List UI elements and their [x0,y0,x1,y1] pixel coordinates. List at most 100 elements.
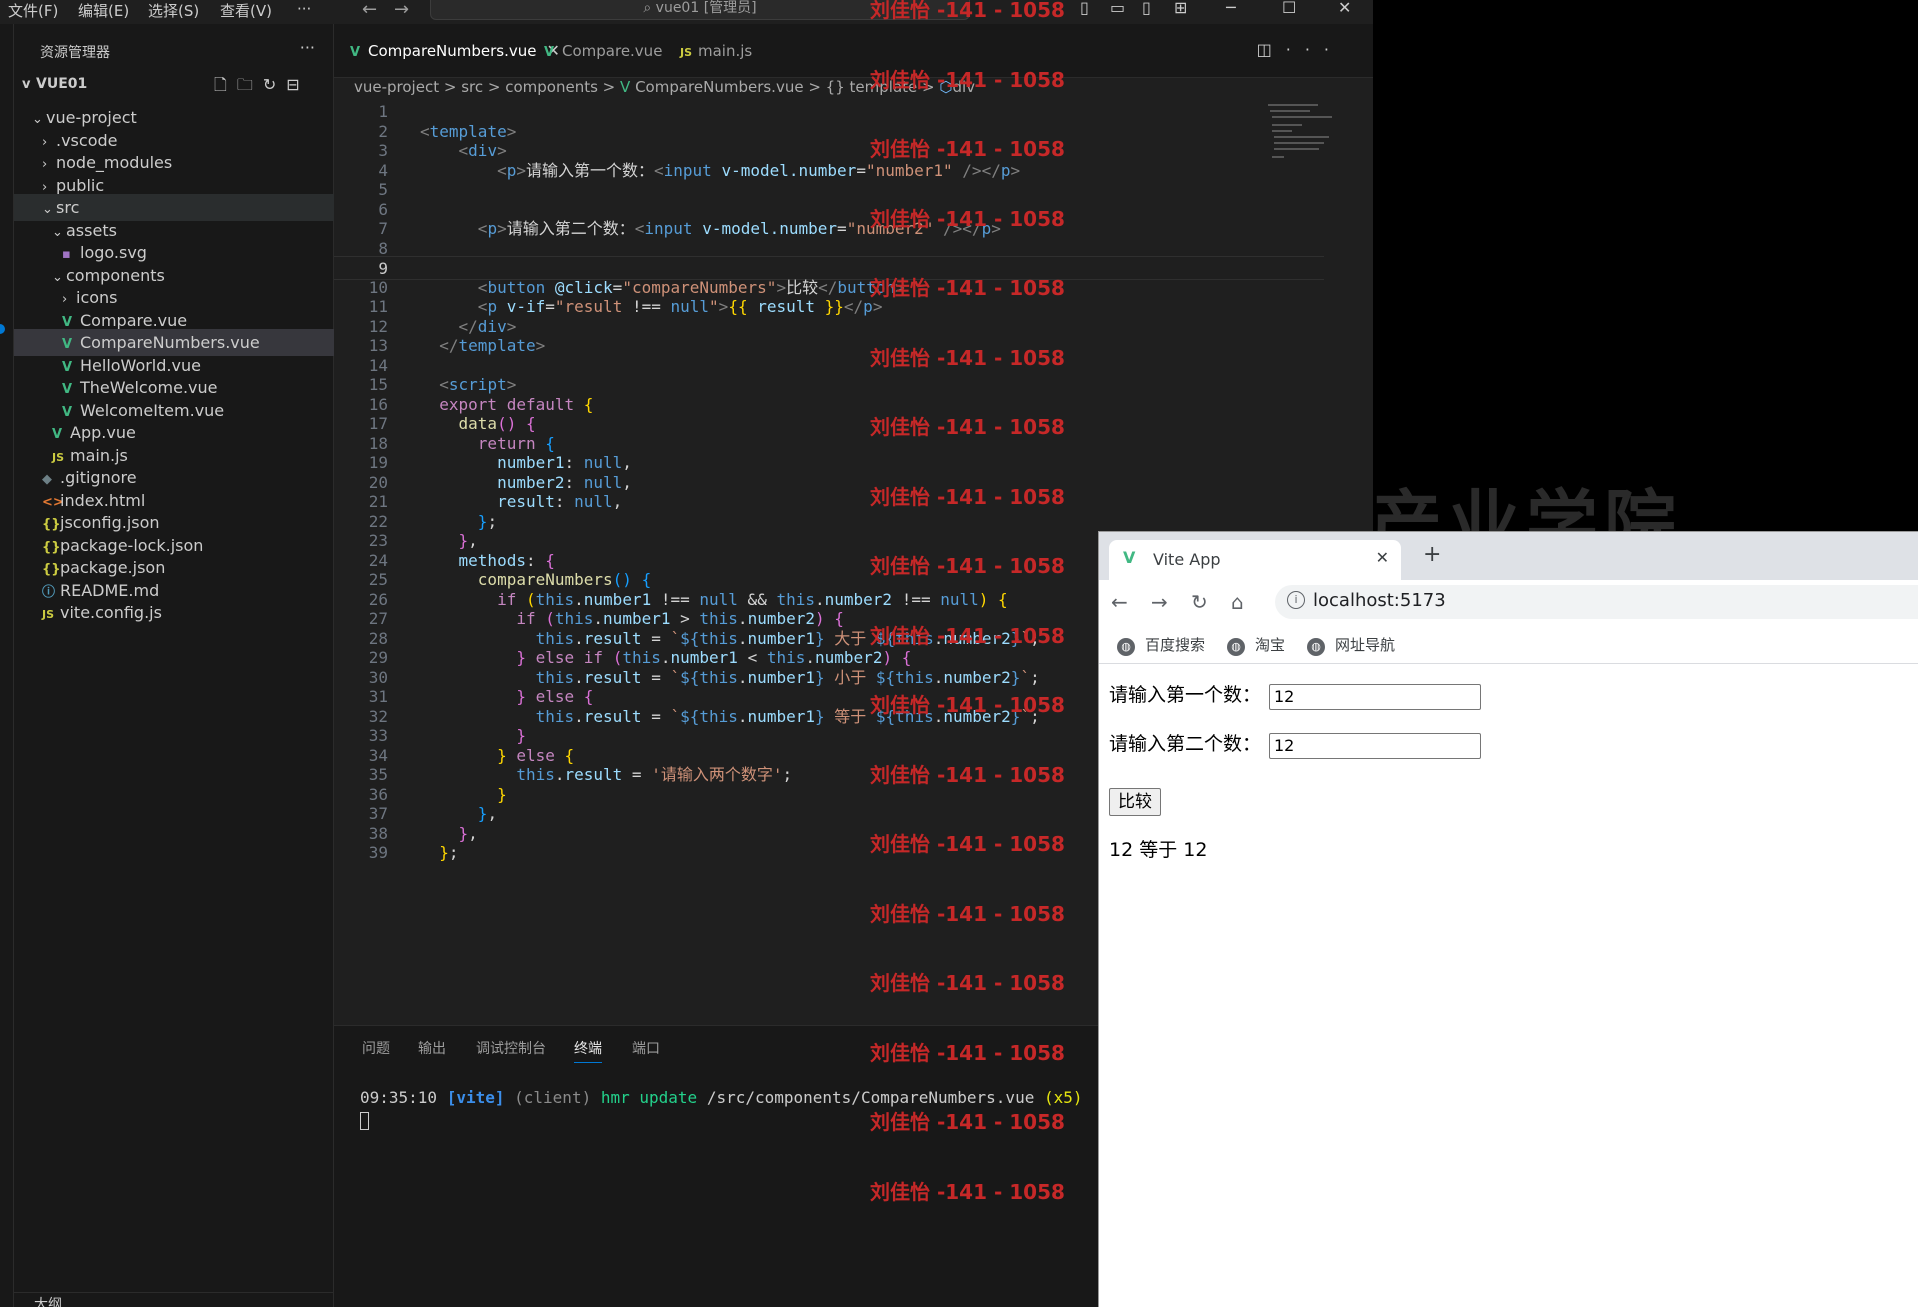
browser-tab-title: Vite App [1153,550,1221,569]
watermark-text: 刘佳怡 -141 - 1058 [870,901,1065,926]
breadcrumb-item[interactable]: src [461,78,483,96]
tab-problems[interactable]: 问题 [362,1038,390,1058]
terminal-tag: [vite] [446,1088,505,1107]
more-actions-icon[interactable]: ··· [300,38,315,57]
terminal-path: /src/components/CompareNumbers.vue [706,1088,1035,1107]
new-folder-icon[interactable]: 🗀 [237,75,263,94]
compare-result: 12 等于 12 [1109,839,1208,861]
tab-ports[interactable]: 端口 [632,1038,660,1058]
tree-item[interactable]: JS vite.config.js [14,599,334,626]
js-icon: JS [680,46,693,59]
explorer-actions: 🗋🗀↻⊟ [214,74,310,101]
menu-file[interactable]: 文件(F) [8,0,58,21]
toggle-secondary-sidebar-icon[interactable]: ▯ [1142,0,1151,17]
globe-icon: ◍ [1307,638,1325,656]
bookmark-item[interactable]: ◍ 百度搜索 [1117,634,1205,656]
breadcrumb-item[interactable]: vue-project [354,78,439,96]
terminal-count: (x5) [1043,1088,1083,1107]
globe-icon: ◍ [1227,638,1245,656]
tab-label: CompareNumbers.vue [368,42,537,60]
browser-tab[interactable]: V Vite App ✕ [1109,540,1401,580]
menu-view[interactable]: 查看(V) [220,0,272,21]
split-editor-icon[interactable]: ◫ [1257,40,1286,59]
watermark-text: 刘佳怡 -141 - 1058 [870,762,1065,787]
address-bar[interactable]: i localhost:5173 [1275,585,1918,619]
watermark-text: 刘佳怡 -141 - 1058 [870,623,1065,648]
tab-terminal[interactable]: 终端 [574,1038,602,1063]
forward-arrow-icon[interactable]: → [1151,590,1168,614]
minimap-line [1274,148,1319,150]
terminal-client: (client) [514,1088,592,1107]
home-icon[interactable]: ⌂ [1231,590,1244,614]
project-name: VUE01 [36,76,88,92]
explorer-sidebar: 资源管理器 ··· v VUE01 🗋🗀↻⊟ ⌄ vue-project › .vsco… [14,24,334,1307]
project-header[interactable]: v VUE01 [22,76,87,92]
url-text: localhost:5173 [1313,590,1446,611]
close-window-icon[interactable]: ✕ [1338,0,1351,17]
browser-window: V Vite App ✕ + ← → ↻ ⌂ i localhost:5173 … [1098,531,1918,1307]
minimap-line [1272,156,1284,158]
tree-item-label: HelloWorld.vue [80,355,201,375]
menu-edit[interactable]: 编辑(E) [78,0,129,21]
browser-tab-strip: V Vite App ✕ + [1099,532,1918,580]
back-arrow-icon[interactable]: ← [1111,590,1128,614]
tab-main-js[interactable]: JS main.js [680,36,752,66]
new-file-icon[interactable]: 🗋 [214,75,237,94]
customize-layout-icon[interactable]: ⊞ [1174,0,1187,17]
collapse-all-icon[interactable]: ⊟ [286,75,309,94]
divider [14,1292,334,1293]
tree-item-label: WelcomeItem.vue [80,400,225,420]
bookmark-item[interactable]: ◍ 淘宝 [1227,634,1285,656]
menu-more[interactable]: ··· [297,0,311,18]
toggle-sidebar-icon[interactable]: ▯ [1080,0,1089,17]
watermark-text: 刘佳怡 -141 - 1058 [870,1179,1065,1204]
compare-button[interactable]: 比较 [1109,788,1161,816]
outline-section[interactable]: 大纲 [34,1294,62,1307]
search-icon: ⌕ [643,0,656,16]
tree-item-label: package.json [60,558,166,577]
bookmarks-bar: ◍ 百度搜索 ◍ 淘宝 ◍ 网址导航 [1099,624,1918,664]
more-actions-icon[interactable]: ··· [1286,40,1343,59]
minimize-icon[interactable]: ─ [1226,0,1236,17]
menu-selection[interactable]: 选择(S) [148,0,199,21]
tree-item-label: components [66,265,165,285]
tree-item-label: index.html [60,490,146,510]
new-tab-icon[interactable]: + [1423,542,1441,567]
watermark-text: 刘佳怡 -141 - 1058 [870,67,1065,92]
breadcrumb-item[interactable]: CompareNumbers.vue [635,78,804,96]
forward-arrow-icon[interactable]: → [394,0,409,20]
js-icon: JS [42,608,55,621]
minimap[interactable] [1258,100,1358,200]
tab-comparenumbers[interactable]: V CompareNumbers.vue ✕ [350,36,560,66]
maximize-icon[interactable]: ☐ [1282,0,1296,17]
close-icon[interactable]: ✕ [1376,548,1389,567]
breadcrumb-item[interactable]: components [505,78,598,96]
tree-item-label: .gitignore [60,468,137,487]
bookmark-label: 百度搜索 [1145,636,1206,654]
reload-icon[interactable]: ↻ [1191,590,1208,614]
terminal-cursor[interactable] [360,1112,369,1130]
first-number-input[interactable]: 12 [1269,684,1481,710]
page-content: 请输入第一个数： 12 请输入第二个数： 12 比较 12 等于 12 [1099,665,1918,1305]
minimap-line [1272,130,1292,132]
second-number-input[interactable]: 12 [1269,733,1481,759]
tree-item-label: main.js [70,445,128,465]
tree-item-label: vite.config.js [60,603,162,622]
tab-debug-console[interactable]: 调试控制台 [476,1038,546,1058]
vue-icon: V [620,78,631,96]
back-arrow-icon[interactable]: ← [362,0,377,20]
vue-icon: V [1123,548,1136,567]
info-icon[interactable]: i [1287,591,1305,609]
bookmark-item[interactable]: ◍ 网址导航 [1307,634,1395,656]
toggle-panel-icon[interactable]: ▭ [1110,0,1125,17]
tab-label: Compare.vue [562,42,663,60]
minimap-line [1274,142,1324,144]
command-center-label: vue01 [管理员] [655,0,757,16]
tab-compare[interactable]: V Compare.vue [544,36,662,66]
tree-item-label: CompareNumbers.vue [80,333,260,352]
tab-output[interactable]: 输出 [418,1038,446,1058]
tab-label: main.js [698,42,753,60]
line-number: 39 [368,843,388,862]
bookmark-label: 淘宝 [1255,636,1286,654]
refresh-icon[interactable]: ↻ [263,75,286,94]
